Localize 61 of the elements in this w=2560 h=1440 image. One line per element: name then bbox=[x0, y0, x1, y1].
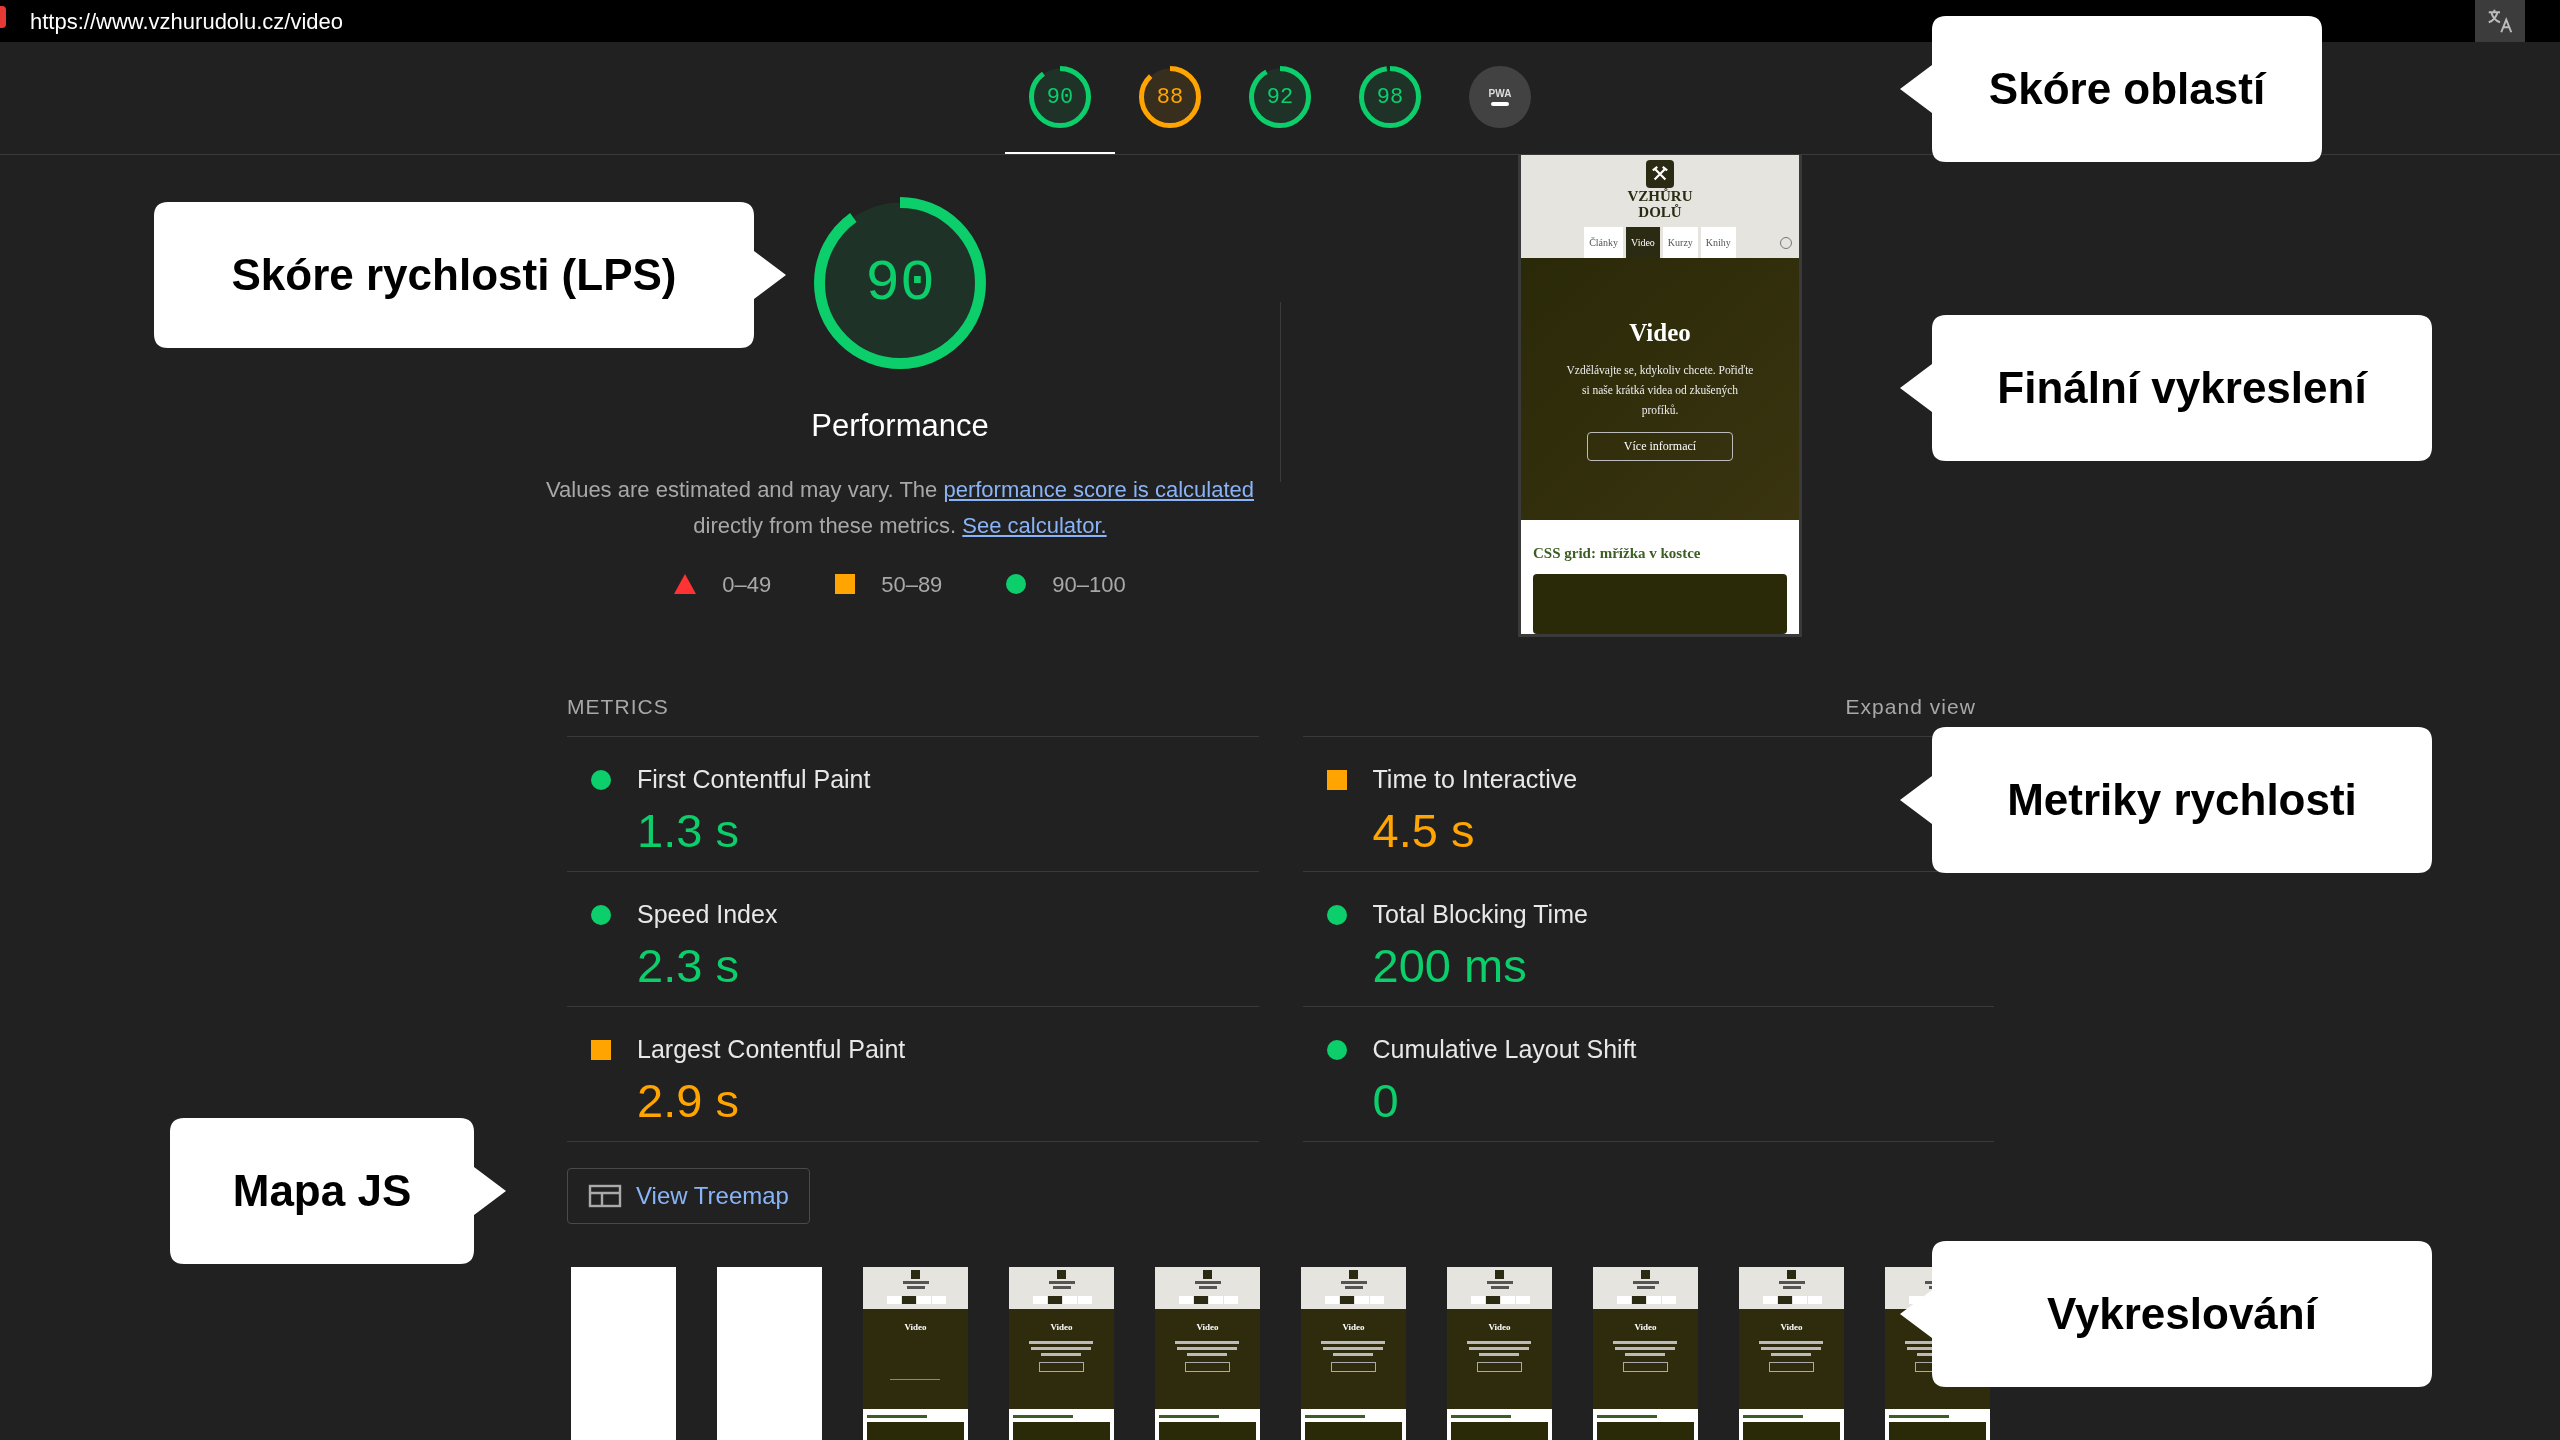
gauge-score: 90 bbox=[1046, 83, 1074, 112]
callout-text: Mapa JS bbox=[232, 1165, 412, 1217]
category-gauge[interactable]: 88 bbox=[1115, 42, 1225, 154]
gauge-score: 88 bbox=[1156, 83, 1184, 112]
legend-range: 90–100 bbox=[1052, 570, 1126, 599]
callout-text: Vykreslování bbox=[2047, 1288, 2317, 1340]
pwa-label: PWA bbox=[1488, 88, 1512, 99]
section-heading: CSS grid: mřížka v kostce bbox=[1533, 543, 1702, 563]
logo-text: DOLŮ bbox=[1638, 204, 1682, 220]
metric-value: 4.5 s bbox=[1372, 802, 1475, 859]
metric-value: 1.3 s bbox=[637, 802, 739, 859]
metric-name: Cumulative Layout Shift bbox=[1372, 1034, 1637, 1065]
frame-title: Video bbox=[1050, 1323, 1073, 1332]
gauge-score: 98 bbox=[1376, 83, 1404, 112]
translate-icon[interactable] bbox=[2475, 0, 2525, 42]
view-treemap-button[interactable]: View Treemap bbox=[567, 1168, 810, 1224]
inline-link[interactable]: performance score is calculated bbox=[943, 476, 1254, 502]
score-value: 90 bbox=[865, 249, 935, 318]
description-text: Values are estimated and may vary. The performance score is calculated directly from these metrics. See calculator. bbox=[545, 475, 1255, 540]
legend-range: 50–89 bbox=[881, 570, 943, 599]
url-text: https://www.vzhurudolu.cz/video bbox=[30, 7, 344, 36]
hero-title: Video bbox=[1629, 318, 1691, 348]
metrics-heading: METRICS bbox=[567, 694, 669, 721]
section-title: Performance bbox=[811, 407, 989, 445]
metric-name: Total Blocking Time bbox=[1372, 899, 1588, 930]
site-tab[interactable]: Knihy bbox=[1700, 227, 1736, 258]
legend-range: 0–49 bbox=[722, 570, 772, 599]
frame-title: Video bbox=[1634, 1323, 1657, 1332]
metric-value: 2.9 s bbox=[637, 1072, 739, 1129]
frame-title: Video bbox=[1342, 1323, 1365, 1332]
site-tab[interactable]: Články bbox=[1584, 227, 1623, 258]
category-gauge[interactable]: 90 bbox=[1005, 42, 1115, 154]
frame-title: Video bbox=[904, 1323, 927, 1332]
site-tab[interactable]: Video bbox=[1626, 227, 1660, 258]
expand-view-link[interactable]: Expand view bbox=[1845, 691, 1976, 723]
logo-icon bbox=[1646, 160, 1674, 188]
callout-text: Skóre oblastí bbox=[1988, 63, 2266, 115]
frame-title: Video bbox=[1488, 1323, 1511, 1332]
category-gauge[interactable]: PWA bbox=[1445, 42, 1555, 154]
hero-text: Vzdělávajte se, kdykoliv chcete. Pořiďte si naše krátká videa od zkušených profíků. bbox=[1565, 362, 1755, 419]
site-tab[interactable]: Kurzy bbox=[1662, 227, 1698, 258]
metric-name: Time to Interactive bbox=[1372, 764, 1578, 795]
category-gauge[interactable]: 98 bbox=[1335, 42, 1445, 154]
metric-name: Largest Contentful Paint bbox=[637, 1034, 906, 1065]
metric-name: Speed Index bbox=[637, 899, 778, 930]
metric-value: 200 ms bbox=[1372, 937, 1527, 994]
metric-value: 0 bbox=[1372, 1072, 1399, 1129]
callout-text: Finální vykreslení bbox=[1997, 362, 2367, 414]
metric-name: First Contentful Paint bbox=[637, 764, 871, 795]
metric-value: 2.3 s bbox=[637, 937, 739, 994]
dash-icon bbox=[1491, 101, 1509, 106]
gauge-score: 92 bbox=[1266, 83, 1294, 112]
logo-text: VZHŮRU bbox=[1627, 188, 1693, 204]
callout-text: Skóre rychlosti (LPS) bbox=[231, 249, 677, 301]
callout-text: Metriky rychlosti bbox=[2007, 774, 2357, 826]
more-info-button[interactable]: Více informací bbox=[1587, 431, 1733, 461]
category-gauge[interactable]: 92 bbox=[1225, 42, 1335, 154]
frame-title: Video bbox=[1780, 1323, 1803, 1332]
inline-link[interactable]: See calculator. bbox=[962, 512, 1107, 538]
frame-title: Video bbox=[1196, 1323, 1219, 1332]
treemap-icon bbox=[588, 1184, 622, 1208]
